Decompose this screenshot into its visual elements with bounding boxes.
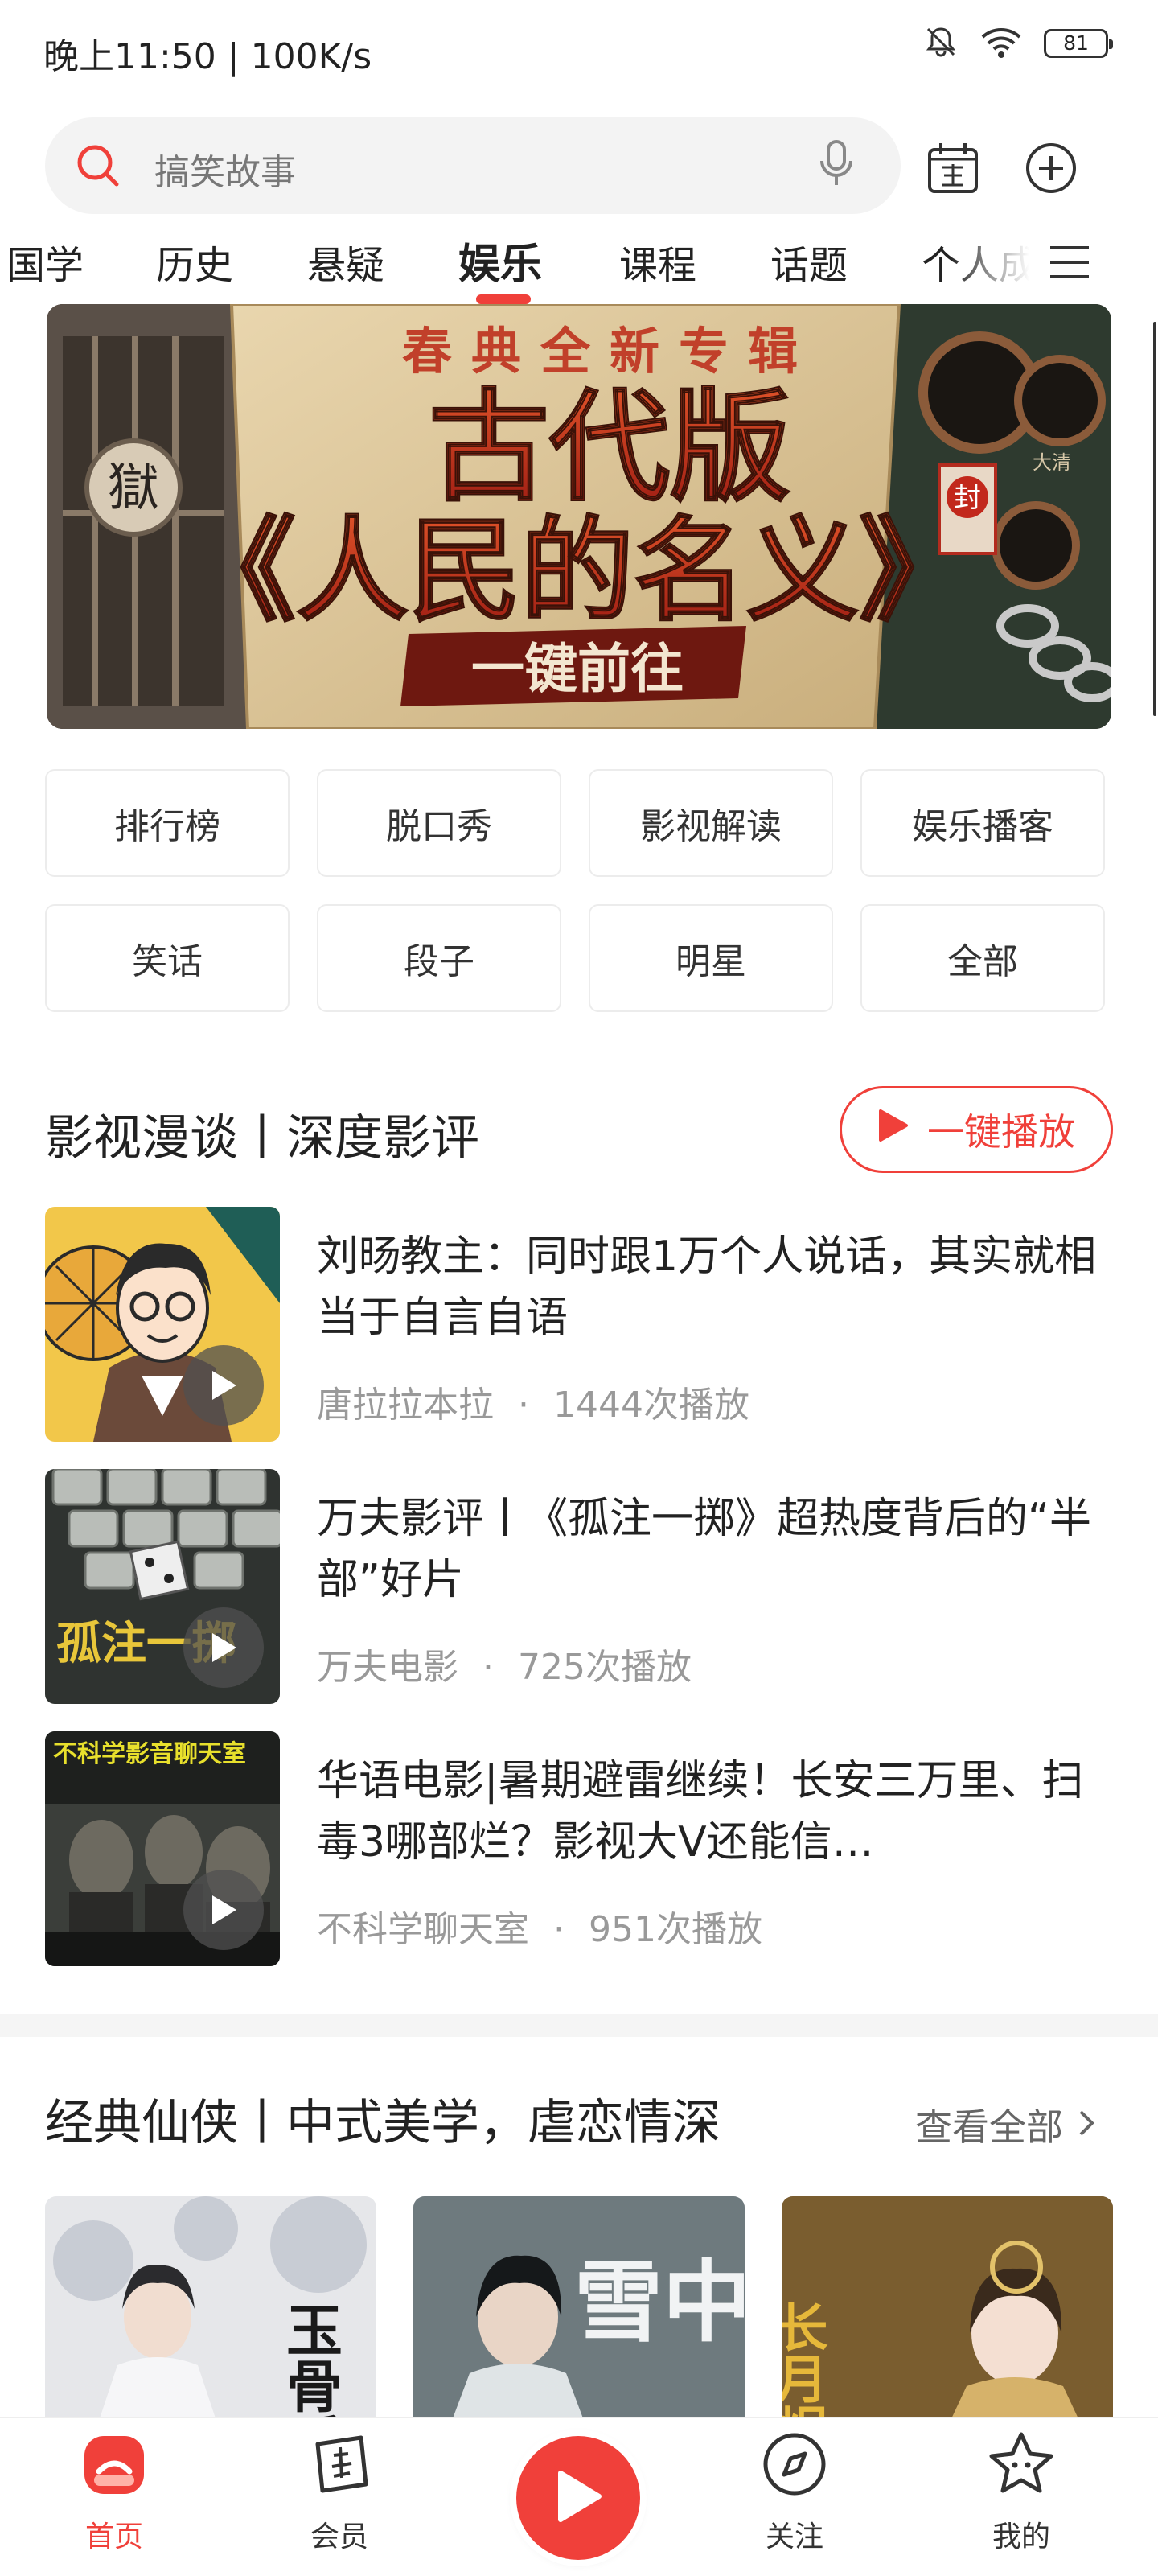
item-play-count: 1444次播放 <box>553 1385 749 1426</box>
item-author: 万夫电影 <box>317 1647 458 1688</box>
category-jokes[interactable]: 笑话 <box>45 904 290 1012</box>
card-title-text: 雪中 <box>574 2250 745 2354</box>
item-title[interactable]: 万夫影评丨《孤注一掷》超热度背后的“半部”好片 <box>317 1488 1121 1611</box>
play-icon <box>183 1607 264 1688</box>
battery-level: 81 <box>1063 31 1089 55</box>
item-play-count: 725次播放 <box>518 1647 692 1688</box>
play-icon <box>877 1108 910 1152</box>
tab-suspense[interactable]: 悬疑 <box>307 233 384 290</box>
section-title-film-talk: 影视漫谈丨深度影评 <box>45 1110 479 1167</box>
drama-card[interactable]: 雪中 <box>413 2196 745 2438</box>
item-thumbnail[interactable] <box>45 1207 280 1442</box>
tab-history[interactable]: 历史 <box>156 233 233 290</box>
status-icons: 81 <box>923 24 1113 63</box>
item-meta: 唐拉拉本拉 · 1444次播放 <box>317 1385 749 1426</box>
tab-guoxue[interactable]: 国学 <box>6 233 84 290</box>
search-icon <box>74 142 122 193</box>
nav-home-label: 首页 <box>84 2520 143 2553</box>
play-all-label: 一键播放 <box>927 1110 1075 1154</box>
battery-icon: 81 <box>1044 29 1113 58</box>
section-divider <box>0 2014 1158 2037</box>
microphone-icon[interactable] <box>817 138 856 191</box>
category-talk-show[interactable]: 脱口秀 <box>317 769 561 877</box>
scroll-indicator <box>1153 322 1156 716</box>
item-author: 不科学聊天室 <box>317 1909 529 1950</box>
category-ranking[interactable]: 排行榜 <box>45 769 290 877</box>
nav-profile[interactable]: 我的 <box>941 2428 1102 2555</box>
view-all-label: 查看全部 <box>915 2105 1063 2149</box>
item-thumbnail[interactable]: 不科学影音聊天室 <box>45 1731 280 1966</box>
nav-follow-label: 关注 <box>765 2520 823 2553</box>
status-time: 晚上11:50 | 100K/s <box>43 36 372 77</box>
item-meta: 万夫电影 · 725次播放 <box>317 1647 692 1688</box>
item-title[interactable]: 刘旸教主：同时跟1万个人说话，其实就相当于自言自语 <box>317 1226 1121 1348</box>
banner-line1: 春典全新专辑 <box>402 322 817 381</box>
calendar-checkin-icon[interactable] <box>918 134 988 203</box>
nav-profile-label: 我的 <box>992 2520 1050 2553</box>
banner-line2: 古代版 <box>429 377 790 518</box>
mute-icon <box>923 24 959 63</box>
play-icon <box>183 1870 264 1950</box>
center-play-button[interactable] <box>516 2436 640 2560</box>
wifi-icon <box>979 24 1023 63</box>
category-celebrities[interactable]: 明星 <box>589 904 833 1012</box>
category-all[interactable]: 全部 <box>860 904 1105 1012</box>
play-all-button[interactable]: 一键播放 <box>840 1086 1113 1173</box>
profile-star-icon <box>985 2428 1057 2504</box>
tab-entertainment[interactable]: 娱乐 <box>458 230 542 290</box>
search-input[interactable]: 搞笑故事 <box>154 143 296 195</box>
drama-card[interactable]: 长月烬明 <box>782 2196 1113 2438</box>
play-icon <box>552 2468 604 2528</box>
banner-cta[interactable]: 一键前往 <box>471 637 684 700</box>
banner-line3: 《人民的名义》 <box>183 505 971 637</box>
tab-courses[interactable]: 课程 <box>619 233 696 290</box>
play-icon <box>183 1345 264 1426</box>
menu-icon[interactable] <box>1045 238 1094 290</box>
thumb-title-text: 不科学影音聊天室 <box>53 1740 246 1768</box>
drama-card[interactable]: 玉骨遥 <box>45 2196 376 2438</box>
home-icon <box>78 2428 150 2504</box>
category-sketches[interactable]: 段子 <box>317 904 561 1012</box>
active-tab-indicator <box>476 294 531 304</box>
vip-ticket-icon <box>303 2428 376 2504</box>
promo-banner[interactable]: 獄 封 大清 春典全新专辑 古代版 《人民的名义》 一键前往 <box>47 304 1111 729</box>
section-title-xianxia: 经典仙侠丨中式美学，虐恋情深 <box>45 2095 721 2151</box>
view-all-link[interactable]: 查看全部 <box>915 2098 1095 2151</box>
nav-home[interactable]: 首页 <box>34 2428 195 2555</box>
banner-sign-qing: 大清 <box>1033 451 1071 474</box>
banner-sign-prison: 獄 <box>108 459 159 518</box>
item-author: 唐拉拉本拉 <box>317 1385 494 1426</box>
item-thumbnail[interactable]: 孤注一掷 <box>45 1469 280 1704</box>
category-entertainment-podcast[interactable]: 娱乐播客 <box>860 769 1105 877</box>
item-title[interactable]: 华语电影|暑期避雷继续！长安三万里、扫毒3哪部烂？影视大V还能信… <box>317 1751 1121 1873</box>
compass-icon <box>758 2428 831 2504</box>
item-meta: 不科学聊天室 · 951次播放 <box>317 1909 762 1950</box>
add-circle-icon[interactable] <box>1016 134 1086 203</box>
chevron-right-icon <box>1078 2103 1095 2146</box>
item-play-count: 951次播放 <box>589 1909 762 1950</box>
tab-topics[interactable]: 话题 <box>770 233 848 290</box>
nav-follow[interactable]: 关注 <box>714 2428 875 2555</box>
nav-vip-label: 会员 <box>310 2520 368 2553</box>
nav-vip[interactable]: 会员 <box>259 2428 420 2555</box>
category-tabs: 国学 历史 悬疑 娱乐 课程 话题 个人成长 <box>0 225 1029 306</box>
banner-artwork: 獄 封 大清 春典全新专辑 古代版 《人民的名义》 一键前往 <box>47 304 1111 729</box>
category-film-review[interactable]: 影视解读 <box>589 769 833 877</box>
